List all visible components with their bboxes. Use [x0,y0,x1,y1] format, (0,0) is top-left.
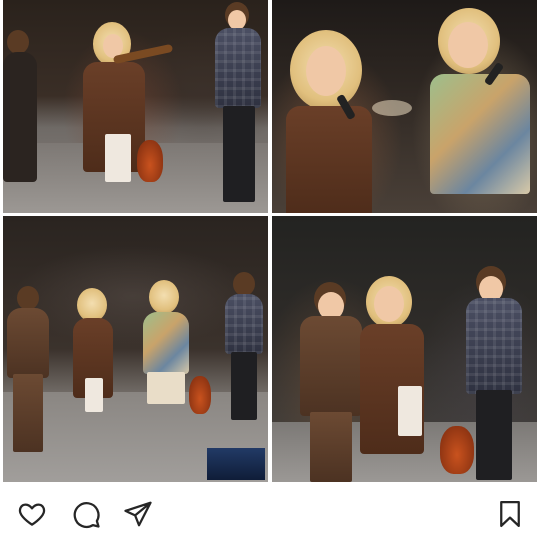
trio-singing-photo [272,216,537,482]
guitar [137,140,163,182]
guitar [440,426,474,474]
comment-button[interactable] [70,498,102,530]
paper-plane-icon [124,501,152,527]
post-photo-collage[interactable] [0,0,540,484]
two-singers-photo [272,0,537,213]
group-on-stage-photo [3,216,268,482]
heart-icon [18,503,46,526]
share-button[interactable] [122,498,154,530]
violinist-and-band-photo [3,0,268,213]
save-button[interactable] [494,498,526,530]
stage-light [372,100,412,116]
comment-bubble-icon [73,502,100,529]
video-screen [207,448,265,480]
post-action-bar [0,484,540,540]
guitar [189,376,211,414]
bookmark-icon [500,501,520,527]
like-button[interactable] [16,498,48,530]
